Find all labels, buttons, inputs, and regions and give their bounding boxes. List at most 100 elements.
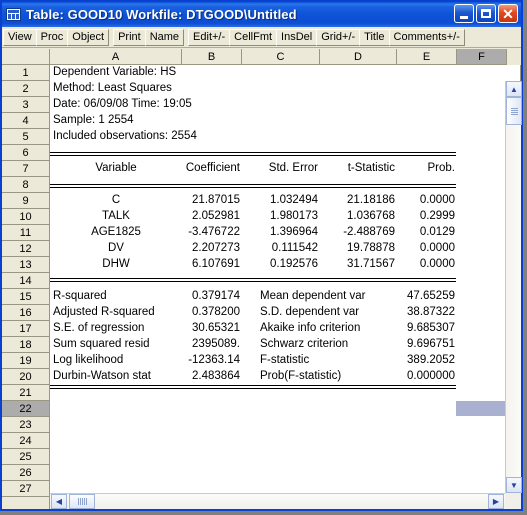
row-header-7[interactable]: 7 (2, 161, 49, 177)
row-header-17[interactable]: 17 (2, 321, 49, 337)
toolbar-button-view[interactable]: View (3, 28, 37, 46)
table-row[interactable] (50, 145, 520, 161)
row-header-26[interactable]: 26 (2, 465, 49, 481)
cell-a1[interactable]: Dependent Variable: HS (53, 66, 176, 78)
cell-a3[interactable]: Date: 06/09/08 Time: 19:05 (53, 98, 192, 110)
table-row[interactable] (50, 449, 520, 465)
toolbar-button-name[interactable]: Name (144, 28, 185, 46)
row-header-4[interactable]: 4 (2, 113, 49, 129)
toolbar-button-insdel[interactable]: InsDel (276, 28, 318, 46)
row-header-3[interactable]: 3 (2, 97, 49, 113)
table-row[interactable] (50, 465, 520, 481)
scroll-up-button[interactable]: ▲ (506, 81, 522, 97)
column-header-a[interactable]: A (50, 49, 182, 65)
scroll-right-button[interactable]: ▶ (488, 494, 504, 509)
table-row[interactable]: Adjusted R-squared 0.378200 S.D. depende… (50, 305, 520, 321)
row-header-15[interactable]: 15 (2, 289, 49, 305)
maximize-button[interactable] (476, 4, 496, 23)
row-header-27[interactable]: 27 (2, 481, 49, 497)
toolbar-button-edit[interactable]: Edit+/- (188, 28, 231, 46)
row-header-8[interactable]: 8 (2, 177, 49, 193)
cell-stat-value-right[interactable]: 47.65259 (50, 290, 455, 302)
table-row[interactable] (50, 177, 520, 193)
table-row[interactable] (50, 417, 520, 433)
table-row[interactable]: DV 2.207273 0.111542 19.78878 0.0000 (50, 241, 520, 257)
toolbar-button-comments[interactable]: Comments+/- (388, 28, 465, 46)
cell-prob[interactable]: 0.0000 (50, 242, 455, 254)
minimize-button[interactable] (454, 4, 474, 23)
table-row[interactable]: Sample: 1 2554 (50, 113, 520, 129)
table-row[interactable]: AGE1825 -3.476722 1.396964 -2.488769 0.0… (50, 225, 520, 241)
row-header-22[interactable]: 22 (2, 401, 49, 417)
row-header-11[interactable]: 11 (2, 225, 49, 241)
toolbar-button-print[interactable]: Print (113, 28, 146, 46)
column-header-b[interactable]: B (182, 49, 242, 65)
cell-prob[interactable]: 0.0129 (50, 226, 455, 238)
table-row[interactable]: TALK 2.052981 1.980173 1.036768 0.2999 (50, 209, 520, 225)
title-bar[interactable]: Table: GOOD10 Workfile: DTGOOD\Untitled … (2, 2, 521, 27)
cell-stat-value-right[interactable]: 9.685307 (50, 322, 455, 334)
row-header-25[interactable]: 25 (2, 449, 49, 465)
scroll-left-button[interactable]: ◀ (51, 494, 67, 509)
row-header-21[interactable]: 21 (2, 385, 49, 401)
vertical-scroll-thumb[interactable] (506, 97, 522, 125)
close-button[interactable]: ✕ (498, 4, 518, 23)
row-header-2[interactable]: 2 (2, 81, 49, 97)
horizontal-scrollbar[interactable]: ◀ ▶ (50, 493, 505, 509)
table-row[interactable]: DHW 6.107691 0.192576 31.71567 0.0000 (50, 257, 520, 273)
row-header-9[interactable]: 9 (2, 193, 49, 209)
row-header-1[interactable]: 1 (2, 65, 49, 81)
cell-stat-value-right[interactable]: 0.000000 (50, 370, 455, 382)
scroll-down-button[interactable]: ▼ (506, 477, 522, 493)
cell-a2[interactable]: Method: Least Squares (53, 82, 172, 94)
row-header-14[interactable]: 14 (2, 273, 49, 289)
table-row[interactable] (50, 401, 520, 417)
table-row[interactable]: Dependent Variable: HS (50, 65, 520, 81)
cell-a4[interactable]: Sample: 1 2554 (53, 114, 134, 126)
cell-prob[interactable]: 0.0000 (50, 194, 455, 206)
table-row[interactable]: Date: 06/09/08 Time: 19:05 (50, 97, 520, 113)
column-header-c[interactable]: C (242, 49, 320, 65)
table-row[interactable]: R-squared 0.379174 Mean dependent var 47… (50, 289, 520, 305)
row-header-20[interactable]: 20 (2, 369, 49, 385)
toolbar-button-proc[interactable]: Proc (35, 28, 69, 46)
row-header-18[interactable]: 18 (2, 337, 49, 353)
table-row[interactable]: Durbin-Watson stat 2.483864 Prob(F-stati… (50, 369, 520, 385)
column-header-f[interactable]: F (457, 49, 507, 65)
table-row[interactable] (50, 273, 520, 289)
vertical-scrollbar[interactable]: ▲ ▼ (505, 81, 522, 493)
corner-header[interactable] (2, 49, 50, 65)
toolbar-button-object[interactable]: Object (67, 28, 110, 46)
horizontal-scroll-thumb[interactable] (69, 494, 95, 509)
row-header-24[interactable]: 24 (2, 433, 49, 449)
cell-prob[interactable]: 0.0000 (50, 258, 455, 270)
cell-prob[interactable]: 0.2999 (50, 210, 455, 222)
table-row[interactable]: Log likelihood -12363.14 F-statistic 389… (50, 353, 520, 369)
table-row[interactable]: Variable Coefficient Std. Error t-Statis… (50, 161, 520, 177)
toolbar-button-title[interactable]: Title (359, 28, 390, 46)
row-header-23[interactable]: 23 (2, 417, 49, 433)
cell-a5[interactable]: Included observations: 2554 (53, 130, 197, 142)
row-header-6[interactable]: 6 (2, 145, 49, 161)
cell-header-prob[interactable]: Prob. (50, 162, 456, 174)
toolbar-button-cellfmt[interactable]: CellFmt (229, 28, 278, 46)
column-header-e[interactable]: E (397, 49, 457, 65)
selected-cell-f22[interactable] (456, 401, 506, 416)
table-row[interactable]: Included observations: 2554 (50, 129, 520, 145)
table-row[interactable] (50, 385, 520, 401)
row-header-19[interactable]: 19 (2, 353, 49, 369)
row-header-16[interactable]: 16 (2, 305, 49, 321)
row-header-12[interactable]: 12 (2, 241, 49, 257)
table-row[interactable]: Method: Least Squares (50, 81, 520, 97)
cell-stat-value-right[interactable]: 389.2052 (50, 354, 455, 366)
toolbar-button-grid[interactable]: Grid+/- (316, 28, 361, 46)
cells-area[interactable]: Dependent Variable: HS Method: Least Squ… (50, 65, 521, 509)
column-header-d[interactable]: D (320, 49, 397, 65)
row-header-5[interactable]: 5 (2, 129, 49, 145)
row-header-10[interactable]: 10 (2, 209, 49, 225)
cell-stat-value-right[interactable]: 9.696751 (50, 338, 455, 350)
cell-stat-value-right[interactable]: 38.87322 (50, 306, 455, 318)
row-header-13[interactable]: 13 (2, 257, 49, 273)
table-row[interactable]: S.E. of regression 30.65321 Akaike info … (50, 321, 520, 337)
table-row[interactable]: C 21.87015 1.032494 21.18186 0.0000 (50, 193, 520, 209)
